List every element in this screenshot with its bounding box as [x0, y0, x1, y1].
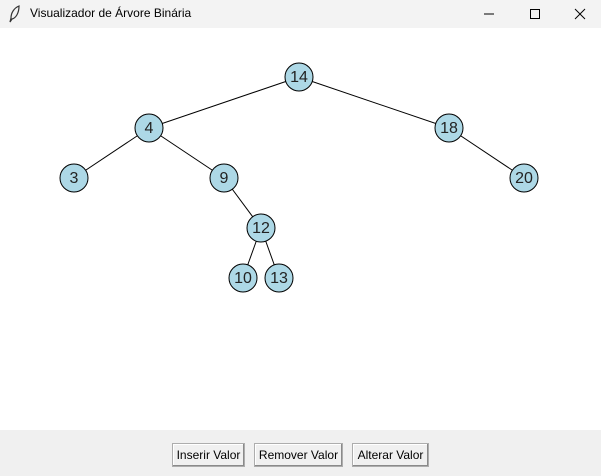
tree-drawing: 14 4 18 3 9 20 12 10 13 — [59, 62, 539, 293]
tree-edge-14-18 — [298, 76, 450, 129]
feather-icon — [9, 5, 20, 23]
tree-edge-14-4 — [148, 76, 300, 129]
tree-node-20: 20 — [509, 163, 539, 193]
tree-node-18: 18 — [434, 113, 464, 143]
maximize-icon — [530, 9, 540, 19]
insert-value-button[interactable]: Inserir Valor — [172, 443, 245, 467]
tree-node-label: 10 — [234, 270, 252, 287]
tree-node-label: 13 — [270, 270, 288, 287]
minimize-button[interactable] — [466, 0, 512, 28]
minimize-icon — [484, 13, 494, 15]
tree-node-label: 12 — [252, 220, 270, 237]
window-title: Visualizador de Árvore Binária — [30, 6, 192, 20]
tree-node-4: 4 — [134, 113, 164, 143]
tree-node-14: 14 — [284, 62, 314, 92]
tree-node-label: 4 — [145, 120, 154, 137]
tree-node-10: 10 — [228, 263, 258, 293]
close-button[interactable] — [557, 0, 601, 28]
title-bar: Visualizador de Árvore Binária — [0, 0, 601, 28]
tree-node-12: 12 — [246, 213, 276, 243]
tree-canvas: 14 4 18 3 9 20 12 10 13 — [0, 28, 601, 430]
tree-node-label: 14 — [290, 69, 308, 86]
tree-node-label: 18 — [440, 120, 458, 137]
tree-node-label: 20 — [515, 170, 533, 187]
tree-node-13: 13 — [264, 263, 294, 293]
tree-node-label: 3 — [70, 170, 79, 187]
tree-node-label: 9 — [220, 170, 229, 187]
close-icon — [574, 8, 586, 20]
tree-node-9: 9 — [209, 163, 239, 193]
tree-node-3: 3 — [59, 163, 89, 193]
button-bar: Inserir Valor Remover Valor Alterar Valo… — [0, 430, 601, 476]
maximize-button[interactable] — [512, 0, 558, 28]
alter-value-button[interactable]: Alterar Valor — [352, 443, 429, 467]
remove-value-button[interactable]: Remover Valor — [254, 443, 343, 467]
